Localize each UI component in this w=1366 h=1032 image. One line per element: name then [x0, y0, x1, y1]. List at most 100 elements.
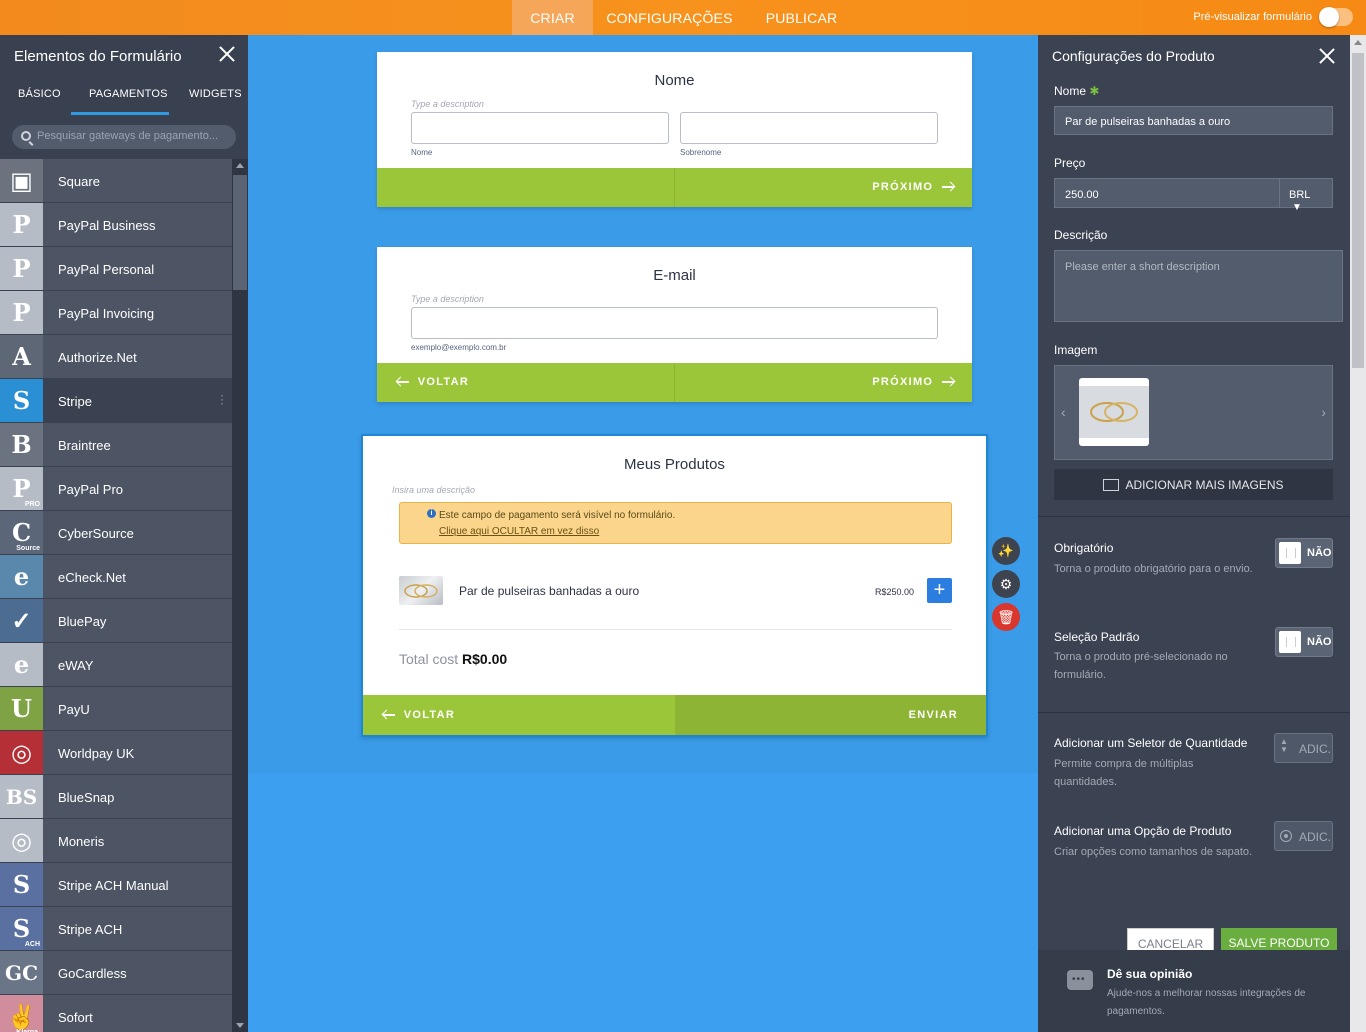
description-textarea[interactable]: Please enter a short description	[1054, 250, 1343, 322]
total-cost-value: R$0.00	[462, 651, 508, 667]
gateway-item[interactable]: A Authorize.Net	[0, 335, 232, 379]
price-label: Preço	[1054, 156, 1086, 170]
gateway-item[interactable]: C Source CyberSource	[0, 511, 232, 555]
gateway-item[interactable]: ▣ Square	[0, 159, 232, 203]
gateway-item[interactable]: ◎ Moneris	[0, 819, 232, 863]
gateway-item[interactable]: e eWAY	[0, 643, 232, 687]
icon-glyph: GC	[5, 960, 38, 985]
chat-icon: •••	[1067, 970, 1093, 990]
gateway-item[interactable]: S Stripe ACH Manual	[0, 863, 232, 907]
currency-value: BRL	[1289, 189, 1310, 201]
payment-search-input[interactable]: Pesquisar gateways de pagamento...	[12, 125, 236, 149]
last-name-input[interactable]	[680, 112, 938, 144]
email-input[interactable]	[411, 307, 938, 339]
name-card[interactable]: Nome Type a description Nome Sobrenome P…	[377, 52, 972, 207]
right-scrollbar[interactable]	[1350, 35, 1366, 1032]
currency-select[interactable]: BRL ▼	[1279, 178, 1333, 213]
submit-button[interactable]: ENVIAR	[909, 709, 958, 721]
back-button[interactable]: VOLTAR	[397, 376, 469, 388]
divider	[399, 629, 952, 630]
next-button[interactable]: PRÓXIMO	[872, 181, 954, 193]
add-quantity-selector-button[interactable]: ▲ ▼ ADIC.	[1274, 733, 1333, 763]
feedback-text: Ajude-nos a melhorar nossas integrações …	[1107, 988, 1306, 1017]
name-label: Nome ✱	[1054, 84, 1100, 98]
add-more-images-button[interactable]: ADICIONAR MAIS IMAGENS	[1054, 469, 1333, 500]
feedback-box[interactable]: ••• Dê sua opinião Ajude-nos a melhorar …	[1038, 950, 1350, 1032]
gateway-label: Authorize.Net	[58, 350, 137, 365]
hide-field-link[interactable]: Clique aqui OCULTAR em vez disso	[439, 526, 599, 537]
authorize-net-icon: A	[0, 335, 43, 378]
products-card-description[interactable]: Insira uma descrição	[392, 485, 475, 495]
email-sublabel: exemplo@exemplo.com.br	[411, 343, 507, 352]
gateway-item[interactable]: GC GoCardless	[0, 951, 232, 995]
search-placeholder: Pesquisar gateways de pagamento...	[37, 130, 219, 142]
braintree-icon: B	[0, 423, 43, 466]
next-label: PRÓXIMO	[872, 376, 934, 388]
email-card[interactable]: E-mail Type a description exemplo@exempl…	[377, 247, 972, 402]
gateway-item[interactable]: B Braintree	[0, 423, 232, 467]
gateway-item[interactable]: ◎ Worldpay UK	[0, 731, 232, 775]
wand-icon[interactable]: ✨	[992, 537, 1020, 565]
total-cost-label: Total cost	[399, 651, 459, 667]
price-input[interactable]: 250.00	[1054, 178, 1280, 208]
trash-icon[interactable]: 🗑	[992, 603, 1020, 631]
tab-widgets[interactable]: WIDGETS	[189, 88, 242, 100]
email-card-title: E-mail	[653, 267, 696, 284]
name-card-description[interactable]: Type a description	[411, 99, 484, 109]
icon-glyph: ✌	[6, 1002, 37, 1031]
more-options-icon[interactable]: · · ·	[220, 389, 224, 409]
payment-visibility-notice: i Este campo de pagamento será visível n…	[399, 502, 952, 544]
close-icon[interactable]	[1318, 47, 1336, 65]
close-icon[interactable]	[218, 45, 236, 63]
products-card[interactable]: Meus Produtos Insira uma descrição i Est…	[361, 434, 988, 737]
required-toggle[interactable]: NÃO	[1275, 538, 1333, 568]
back-button[interactable]: VOLTAR	[383, 709, 455, 721]
gateway-item[interactable]: P PayPal Invoicing	[0, 291, 232, 335]
gateway-item[interactable]: BS BlueSnap	[0, 775, 232, 819]
gateway-item[interactable]: P PayPal Personal	[0, 247, 232, 291]
gateway-item[interactable]: U PayU	[0, 687, 232, 731]
tab-pagamentos[interactable]: PAGAMENTOS	[89, 88, 168, 100]
product-name-input[interactable]: Par de pulseiras banhadas a ouro	[1054, 106, 1333, 135]
add-product-button[interactable]: +	[927, 578, 952, 603]
top-bar: CRIAR CONFIGURAÇÕES PUBLICAR Pré-visuali…	[0, 0, 1366, 35]
product-name[interactable]: Par de pulseiras banhadas a ouro	[459, 584, 639, 598]
products-card-title: Meus Produtos	[624, 456, 725, 473]
first-name-input[interactable]	[411, 112, 669, 144]
gocardless-icon: GC	[0, 951, 43, 994]
next-button[interactable]: PRÓXIMO	[872, 376, 954, 388]
bluesnap-icon: BS	[0, 775, 43, 818]
gateway-item[interactable]: S ACH Stripe ACH	[0, 907, 232, 951]
tab-criar[interactable]: CRIAR	[512, 0, 593, 35]
gateway-item[interactable]: e eCheck.Net	[0, 555, 232, 599]
echeck-icon: e	[0, 555, 43, 598]
moneris-icon: ◎	[0, 819, 43, 862]
add-product-option-button[interactable]: ADIC.	[1274, 821, 1333, 851]
image-icon	[1103, 478, 1120, 491]
tab-basico[interactable]: BÁSICO	[18, 88, 61, 100]
gateway-label: eWAY	[58, 658, 94, 673]
preview-toggle[interactable]	[1319, 7, 1353, 27]
gateway-label: CyberSource	[58, 526, 134, 541]
gateway-label: GoCardless	[58, 966, 127, 981]
gateway-label: Stripe ACH Manual	[58, 878, 169, 893]
product-image[interactable]	[1079, 378, 1149, 446]
left-scrollbar[interactable]	[232, 159, 248, 1032]
gateway-item[interactable]: S Stripe · · ·	[0, 379, 232, 423]
gateway-item[interactable]: P PRO PayPal Pro	[0, 467, 232, 511]
gateway-item[interactable]: ✓ BluePay	[0, 599, 232, 643]
stripe-ach-icon: S ACH	[0, 907, 43, 950]
gear-icon[interactable]: ⚙	[992, 570, 1020, 598]
email-card-description[interactable]: Type a description	[411, 294, 484, 304]
gateway-item[interactable]: ✌Klarna. Sofort	[0, 995, 232, 1032]
tab-publicar[interactable]: PUBLICAR	[758, 0, 845, 35]
chevron-right-icon[interactable]: ›	[1321, 404, 1326, 420]
default-selection-toggle[interactable]: NÃO	[1275, 627, 1333, 657]
icon-glyph: e	[13, 562, 30, 591]
chevron-left-icon[interactable]: ‹	[1061, 404, 1066, 420]
required-star-icon: ✱	[1089, 84, 1100, 98]
tab-configuracoes[interactable]: CONFIGURAÇÕES	[603, 0, 736, 35]
gateway-item[interactable]: P PayPal Business	[0, 203, 232, 247]
radio-icon	[1280, 830, 1292, 842]
product-option-description: Criar opções como tamanhos de sapato.	[1054, 846, 1253, 858]
